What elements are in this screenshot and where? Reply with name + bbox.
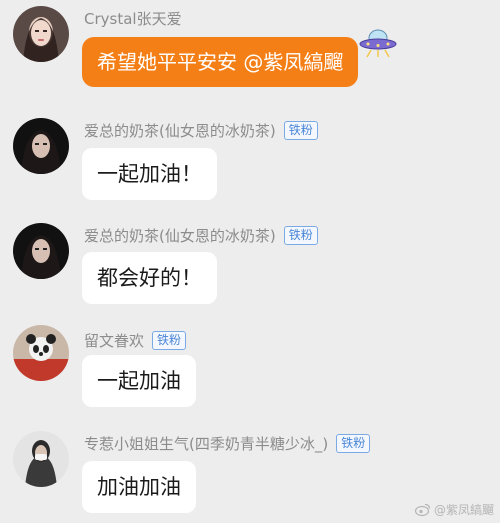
message-bubble: 加油加油 bbox=[82, 461, 196, 513]
fan-badge: 铁粉 bbox=[336, 434, 371, 453]
avatar[interactable] bbox=[13, 6, 69, 62]
avatar[interactable] bbox=[13, 325, 69, 381]
sender-name[interactable]: Crystal张天爱 bbox=[84, 8, 182, 29]
fan-badge: 铁粉 bbox=[152, 331, 187, 350]
message-bubble: 一起加油 bbox=[82, 355, 196, 407]
message-bubble: 都会好的！ bbox=[82, 252, 217, 304]
fan-badge: 铁粉 bbox=[283, 226, 318, 245]
avatar[interactable] bbox=[13, 431, 69, 487]
chat-message: 爱总的奶茶(仙女恩的冰奶茶) 铁粉 一起加油！ bbox=[0, 110, 500, 215]
message-bubble: 一起加油！ bbox=[82, 148, 217, 200]
ufo-sticker-icon bbox=[359, 29, 397, 58]
watermark: @紫凤縞飀 bbox=[414, 501, 494, 518]
weibo-logo-icon bbox=[414, 503, 431, 516]
fan-badge: 铁粉 bbox=[283, 121, 318, 140]
sender-name[interactable]: 留文眷欢 bbox=[84, 330, 144, 351]
chat-message: 爱总的奶茶(仙女恩的冰奶茶) 铁粉 都会好的！ bbox=[0, 215, 500, 320]
avatar[interactable] bbox=[13, 223, 69, 279]
sender-name[interactable]: 专惹小姐姐生气(四季奶青半糖少冰_) bbox=[84, 433, 328, 454]
watermark-text: @紫凤縞飀 bbox=[433, 503, 494, 517]
chat-message: 留文眷欢 铁粉 一起加油 bbox=[0, 320, 500, 425]
avatar[interactable] bbox=[13, 118, 69, 174]
sender-name[interactable]: 爱总的奶茶(仙女恩的冰奶茶) bbox=[84, 120, 276, 141]
chat-message: Crystal张天爱 希望她平平安安 @紫凤縞飀 bbox=[0, 0, 500, 110]
message-bubble: 希望她平平安安 @紫凤縞飀 bbox=[82, 37, 359, 87]
sender-name[interactable]: 爱总的奶茶(仙女恩的冰奶茶) bbox=[84, 225, 276, 246]
